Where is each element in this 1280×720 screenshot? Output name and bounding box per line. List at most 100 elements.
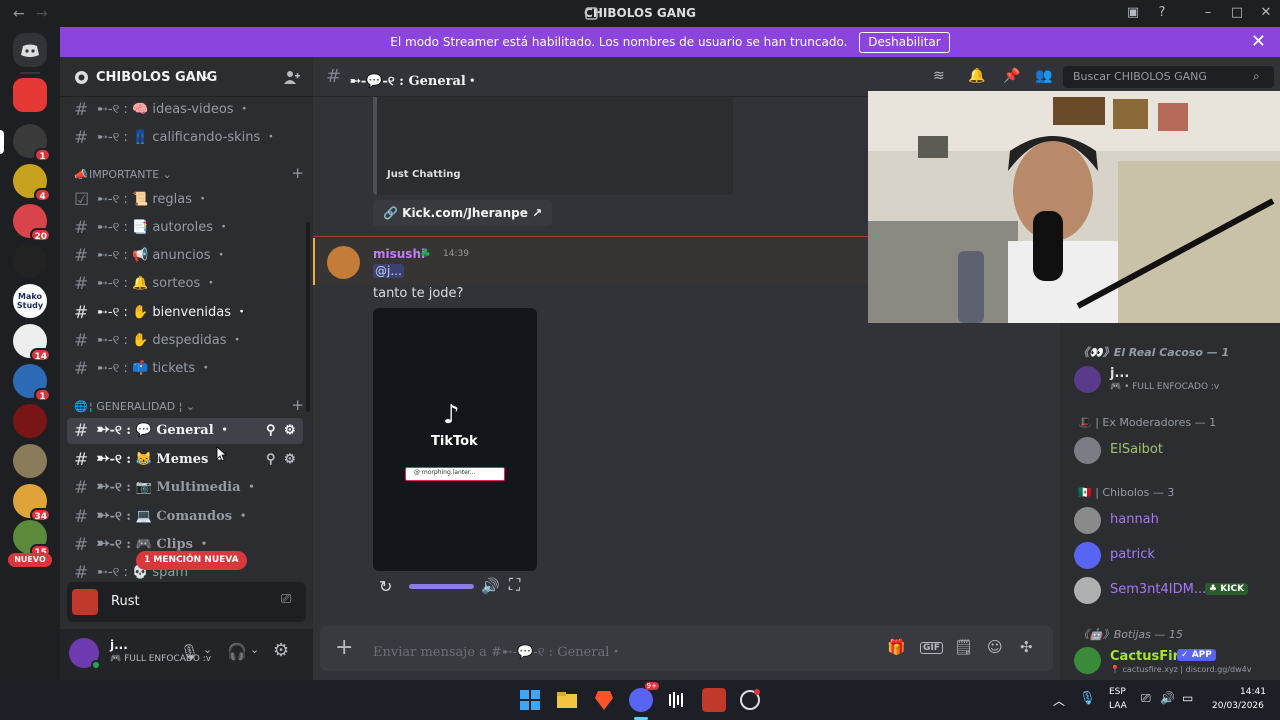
sticker-icon[interactable]: 🗒 xyxy=(954,638,973,656)
member-item[interactable]: patrick xyxy=(1072,540,1272,572)
server-icon-7[interactable]: 1 xyxy=(13,364,51,402)
members-icon[interactable]: 👥 xyxy=(1035,68,1052,84)
server-icon-2[interactable]: 1 xyxy=(13,124,51,162)
emoji-icon[interactable]: ☺ xyxy=(987,638,1003,656)
avatar xyxy=(1074,542,1101,569)
message-author[interactable]: misushi xyxy=(373,247,425,261)
disable-streamer-button[interactable]: Deshabilitar xyxy=(859,32,950,53)
avatar[interactable] xyxy=(327,246,360,279)
channel-settings-icon[interactable]: ⚙ xyxy=(284,418,296,444)
user-settings-icon[interactable]: ⚙ xyxy=(273,640,289,661)
brave-browser-icon[interactable] xyxy=(592,688,616,712)
new-mention-pill[interactable]: 1 MENCIÓN NUEVA xyxy=(136,551,247,570)
server-icon-1[interactable] xyxy=(13,78,47,112)
gift-icon[interactable]: 🎁 xyxy=(887,638,906,656)
threads-icon[interactable]: ≋ xyxy=(933,68,945,84)
discord-taskbar-icon[interactable]: 9+ xyxy=(629,682,659,712)
channel-ideas-videos[interactable]: # ➸-୧ : 🧠 ideas-videos ・ xyxy=(67,97,303,123)
help-icon[interactable]: ? xyxy=(1153,4,1171,22)
server-icon-6[interactable]: 14 xyxy=(13,324,51,362)
banner-close-icon[interactable]: ✕ xyxy=(1251,27,1266,57)
server-icon-5[interactable] xyxy=(13,244,47,278)
channel-memes[interactable]: # ➸-୧ : 😹 Memes ・ ⚲ ⚙ xyxy=(67,447,303,473)
inbox-icon[interactable]: ▣ xyxy=(1124,4,1142,22)
channel-scrollbar[interactable] xyxy=(306,222,310,412)
server-icon-8[interactable] xyxy=(13,404,47,438)
channel-despedidas[interactable]: # ➸-୧ : ✋ despedidas ・ xyxy=(67,328,303,354)
network-icon[interactable]: ⎚ xyxy=(1141,691,1151,706)
windows-start-icon[interactable] xyxy=(518,688,542,712)
channel-general[interactable]: # ➸-୧ : 💬 General ・ ⚲ ⚙ xyxy=(67,418,303,444)
channel-reglas[interactable]: ☑ ➸-୧ : 📜 reglas ・ xyxy=(67,187,303,213)
microphone-icon[interactable]: 🎙 xyxy=(180,643,199,661)
clock-time[interactable]: 14:41 xyxy=(1240,687,1266,697)
server-icon-mako[interactable]: Mako Study xyxy=(13,284,47,318)
keyboard-layout[interactable]: LAA xyxy=(1109,701,1127,711)
server-icon-9[interactable] xyxy=(13,444,47,478)
server-icon-11[interactable]: 15 xyxy=(13,520,51,558)
video-attachment[interactable]: ♪ TikTok @ morphing.lanter... xyxy=(373,308,537,571)
close-window-icon[interactable]: ✕ xyxy=(1257,4,1275,22)
add-channel-icon[interactable]: + xyxy=(291,164,304,182)
volume-icon[interactable]: 🔊 xyxy=(481,577,500,595)
channel-sorteos[interactable]: # ➸-୧ : 🔔 sorteos ・ xyxy=(67,271,303,297)
clock-date[interactable]: 20/03/2026 xyxy=(1212,701,1264,711)
channel-calificando-skins[interactable]: # ➸-୧ : 👖 calificando-skins ・ xyxy=(67,125,303,151)
channel-comandos[interactable]: # ➸-୧ : 💻 Comandos ・ xyxy=(67,504,303,530)
category-important[interactable]: 📣 IMPORTANTE ⌄ + xyxy=(74,164,304,184)
message-composer[interactable]: + Enviar mensaje a #➸-💬-୧ : General・ 🎁 G… xyxy=(320,626,1053,671)
headphones-icon[interactable]: 🎧 xyxy=(227,642,247,661)
channel-settings-icon[interactable]: ⚙ xyxy=(284,447,296,473)
hash-icon: # xyxy=(74,450,89,470)
server-icon-4[interactable]: 20 xyxy=(13,204,51,242)
maximize-icon[interactable]: □ xyxy=(1228,4,1246,22)
add-channel-icon[interactable]: + xyxy=(291,396,304,414)
volume-icon[interactable]: 🔊 xyxy=(1160,691,1175,705)
channel-anuncios[interactable]: # ➸-୧ : 📢 anuncios ・ xyxy=(67,243,303,269)
invite-icon[interactable] xyxy=(284,70,300,85)
member-item[interactable]: ElSaibot xyxy=(1072,435,1272,467)
minimize-icon[interactable]: – xyxy=(1199,4,1217,22)
create-invite-icon[interactable]: ⚲ xyxy=(266,418,276,444)
video-progress-bar[interactable] xyxy=(409,584,474,589)
file-explorer-icon[interactable] xyxy=(555,688,579,712)
member-item[interactable]: Sem3nt4IDM... ♣ KICK xyxy=(1072,575,1272,607)
channel-multimedia[interactable]: # ➸-୧ : 📷 Multimedia ・ xyxy=(67,475,303,501)
kick-link-button[interactable]: 🔗 Kick.com/Jheranpe ↗ xyxy=(373,200,553,226)
bell-icon[interactable]: 🔔 xyxy=(968,68,985,84)
member-item[interactable]: hannah xyxy=(1072,505,1272,537)
server-icon-3[interactable]: 4 xyxy=(13,164,51,202)
replay-icon[interactable]: ↻ xyxy=(379,577,392,596)
tray-mic-icon[interactable]: 🎙 xyxy=(1079,691,1096,706)
create-invite-icon[interactable]: ⚲ xyxy=(266,447,276,473)
new-unread-pill[interactable]: NUEVO xyxy=(8,553,52,567)
apps-icon[interactable]: ✣ xyxy=(1020,638,1033,656)
discord-home-button[interactable] xyxy=(13,33,47,67)
battery-icon[interactable]: ▭ xyxy=(1182,691,1193,705)
language-code[interactable]: ESP xyxy=(1109,687,1126,697)
add-attachment-icon[interactable]: + xyxy=(335,635,353,660)
fullscreen-icon[interactable]: ⛶ xyxy=(509,575,520,595)
hash-icon: # xyxy=(74,303,89,323)
pin-icon[interactable]: 📌 xyxy=(1003,68,1020,84)
member-item[interactable]: j... 🎮 • FULL ENFOCADO :v xyxy=(1072,364,1272,396)
server-icon-10[interactable]: 34 xyxy=(13,484,51,522)
tray-chevron-icon[interactable]: ︿ xyxy=(1053,692,1065,709)
audio-app-icon[interactable] xyxy=(665,688,689,712)
chevron-down-icon[interactable]: ⌄ xyxy=(203,643,212,656)
message-input[interactable]: Enviar mensaje a #➸-💬-୧ : General・ xyxy=(373,641,622,660)
member-item[interactable]: CactusFire ✓ APP 📍 cactusfire.xyz | disc… xyxy=(1072,645,1272,677)
channel-bienvenidas[interactable]: # ➸-୧ : ✋ bienvenidas ・ xyxy=(67,300,303,326)
gif-icon[interactable]: GIF xyxy=(920,642,943,654)
user-mention[interactable]: @j... xyxy=(373,264,404,278)
mention-badge: 1 xyxy=(34,388,51,402)
rust-taskbar-icon[interactable] xyxy=(702,688,726,712)
guild-header[interactable]: CHIBOLOS GANG ⌄ xyxy=(60,57,313,97)
chevron-down-icon[interactable]: ⌄ xyxy=(250,643,259,656)
channel-tickets[interactable]: # ➸-୧ : 📫 tickets ・ xyxy=(67,356,303,382)
channel-autoroles[interactable]: # ➸-୧ : 📑 autoroles ・ xyxy=(67,215,303,241)
category-generalidad[interactable]: 🌐 ¦ GENERALIDAD ¦ ⌄ + xyxy=(74,396,304,416)
obs-icon[interactable] xyxy=(738,688,762,712)
search-input[interactable]: Buscar CHIBOLOS GANG xyxy=(1063,66,1274,88)
screen-share-icon[interactable]: ⎚ xyxy=(281,592,291,607)
